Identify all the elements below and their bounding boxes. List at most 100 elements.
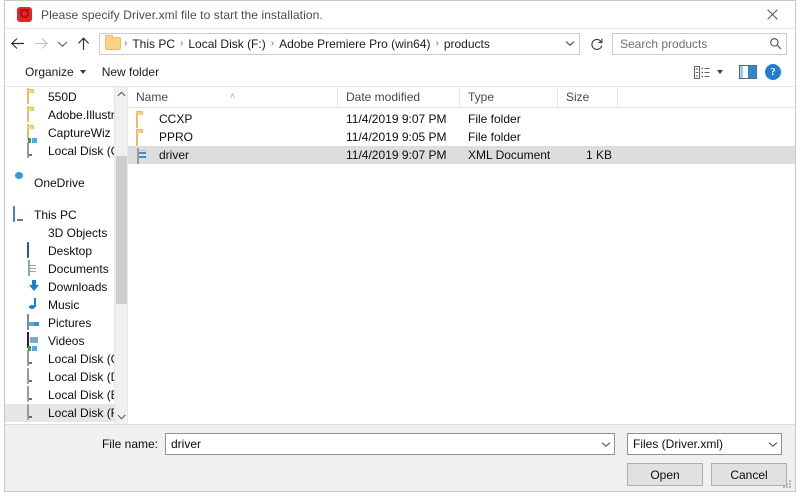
sidebar-item-downloads[interactable]: Downloads xyxy=(5,278,127,296)
table-row[interactable]: PPRO 11/4/2019 9:05 PM File folder xyxy=(128,128,795,146)
sidebar-item-desktop[interactable]: Desktop xyxy=(5,242,127,260)
folder-icon xyxy=(105,35,121,50)
file-name-label: driver xyxy=(159,148,190,162)
breadcrumb-item-this-pc[interactable]: This PC xyxy=(128,34,179,54)
sidebar-item-local-disk-f[interactable]: Local Disk (F:) xyxy=(5,404,127,422)
open-button[interactable]: Open xyxy=(627,463,703,486)
breadcrumb-item-local-disk-f[interactable]: Local Disk (F:) xyxy=(184,34,269,54)
sidebar-item-label: OneDrive xyxy=(34,176,85,190)
view-options-button[interactable] xyxy=(686,59,731,85)
back-button[interactable] xyxy=(5,31,29,57)
drive-icon xyxy=(27,368,43,385)
file-open-dialog: Please specify Driver.xml file to start … xyxy=(4,0,796,492)
scroll-up-icon[interactable] xyxy=(115,87,127,101)
scroll-down-icon[interactable] xyxy=(115,410,127,424)
file-name-label: PPRO xyxy=(159,130,194,144)
file-size-cell xyxy=(558,110,618,128)
breadcrumb[interactable]: › This PC › Local Disk (F:) › Adobe Prem… xyxy=(99,32,580,55)
sidebar-item-local-disk-c-top[interactable]: Local Disk (C:) xyxy=(5,142,127,160)
close-icon[interactable] xyxy=(750,1,795,27)
adobe-red-icon xyxy=(17,7,32,22)
chevron-down-icon[interactable] xyxy=(597,434,614,454)
sidebar-item-label: CaptureWiz xyxy=(48,126,111,140)
refresh-icon[interactable] xyxy=(586,33,608,55)
sidebar-item-pictures[interactable]: Pictures xyxy=(5,314,127,332)
resize-grip[interactable] xyxy=(782,479,792,489)
title-bar: Please specify Driver.xml file to start … xyxy=(5,1,795,29)
file-list-pane: ˄ Name Date modified Type Size CCXP 11/4… xyxy=(128,87,795,424)
folder-icon xyxy=(136,129,152,146)
file-type-cell: XML Document xyxy=(468,148,551,162)
folder-icon xyxy=(136,111,152,128)
documents-icon xyxy=(27,260,43,277)
desktop-icon xyxy=(27,242,43,259)
new-folder-label: New folder xyxy=(101,65,160,79)
file-date-cell: 11/4/2019 9:07 PM xyxy=(346,148,447,162)
organize-button[interactable]: Organize xyxy=(17,59,94,85)
navigation-tree: 550D Adobe.Illustrator CaptureWiz Local … xyxy=(5,87,127,422)
file-name-value: driver xyxy=(171,437,202,451)
column-header-label: Name xyxy=(136,90,169,104)
sidebar-scrollbar[interactable] xyxy=(114,87,127,424)
sidebar-item-label: This PC xyxy=(34,208,77,222)
file-date-cell: 11/4/2019 9:07 PM xyxy=(346,112,447,126)
file-name-input[interactable]: driver xyxy=(165,433,615,455)
preview-pane-button[interactable] xyxy=(731,59,765,85)
folder-icon xyxy=(27,106,43,123)
breadcrumb-item-products[interactable]: products xyxy=(440,34,494,54)
sidebar-item-this-pc[interactable]: This PC xyxy=(5,206,127,224)
preview-pane-icon xyxy=(739,65,757,79)
file-name-cell: driver xyxy=(128,146,338,164)
sidebar-item-local-disk-d[interactable]: Local Disk (D:) xyxy=(5,368,127,386)
breadcrumb-item-adobe-premiere-pro[interactable]: Adobe Premiere Pro (win64) xyxy=(275,34,434,54)
chevron-down-icon xyxy=(79,70,86,74)
this-pc-icon xyxy=(13,206,29,223)
sidebar-item-capturewiz[interactable]: CaptureWiz xyxy=(5,124,127,142)
window-title: Please specify Driver.xml file to start … xyxy=(41,7,323,22)
sidebar-item-local-disk-e[interactable]: Local Disk (E:) xyxy=(5,386,127,404)
column-headers: ˄ Name Date modified Type Size xyxy=(128,87,795,108)
table-row[interactable]: CCXP 11/4/2019 9:07 PM File folder xyxy=(128,110,795,128)
sidebar-item-local-disk-c[interactable]: Local Disk (C:) xyxy=(5,350,127,368)
up-button[interactable] xyxy=(71,31,95,57)
chevron-down-icon[interactable] xyxy=(764,434,781,454)
search-input[interactable]: Search products xyxy=(612,32,787,55)
search-placeholder: Search products xyxy=(620,36,708,51)
sidebar-item-adobe-illustrator[interactable]: Adobe.Illustrator xyxy=(5,106,127,124)
sidebar-item-documents[interactable]: Documents xyxy=(5,260,127,278)
onedrive-icon xyxy=(13,175,29,191)
sidebar-item-label: Music xyxy=(48,298,80,312)
help-icon[interactable]: ? xyxy=(765,64,781,80)
file-name-label: File name: xyxy=(101,437,158,451)
sidebar-item-music[interactable]: Music xyxy=(5,296,127,314)
sidebar-item-videos[interactable]: Videos xyxy=(5,332,127,350)
forward-button xyxy=(29,31,53,57)
sidebar-item-label: Documents xyxy=(48,262,109,276)
column-header-date-modified[interactable]: Date modified xyxy=(338,87,460,107)
sidebar-item-onedrive[interactable]: OneDrive xyxy=(5,174,127,192)
breadcrumb-chevron-down-icon[interactable] xyxy=(561,34,579,54)
file-type-value: Files (Driver.xml) xyxy=(633,437,723,451)
column-header-name[interactable]: ˄ Name xyxy=(128,87,338,107)
column-header-size[interactable]: Size xyxy=(558,87,618,107)
xml-document-icon xyxy=(136,147,152,164)
scrollbar-thumb[interactable] xyxy=(116,156,127,304)
file-date-cell: 11/4/2019 9:05 PM xyxy=(346,130,447,144)
new-folder-button[interactable]: New folder xyxy=(94,59,167,85)
file-type-cell: File folder xyxy=(468,112,521,126)
recent-locations-chevron-down-icon[interactable] xyxy=(53,31,71,57)
sidebar-item-550d[interactable]: 550D xyxy=(5,88,127,106)
command-bar: Organize New folder ? xyxy=(5,58,795,87)
cancel-button[interactable]: Cancel xyxy=(711,463,787,486)
sidebar-item-label: Videos xyxy=(48,334,85,348)
column-header-type[interactable]: Type xyxy=(460,87,558,107)
sidebar-item-label: 550D xyxy=(48,90,77,104)
organize-label: Organize xyxy=(25,65,74,79)
dialog-body: 550D Adobe.Illustrator CaptureWiz Local … xyxy=(5,87,795,424)
sidebar-item-3d-objects[interactable]: 3D Objects xyxy=(5,224,127,242)
file-type-select[interactable]: Files (Driver.xml) xyxy=(627,433,782,455)
table-row[interactable]: driver 11/4/2019 9:07 PM XML Document 1 … xyxy=(128,146,795,164)
drive-icon xyxy=(27,350,43,367)
